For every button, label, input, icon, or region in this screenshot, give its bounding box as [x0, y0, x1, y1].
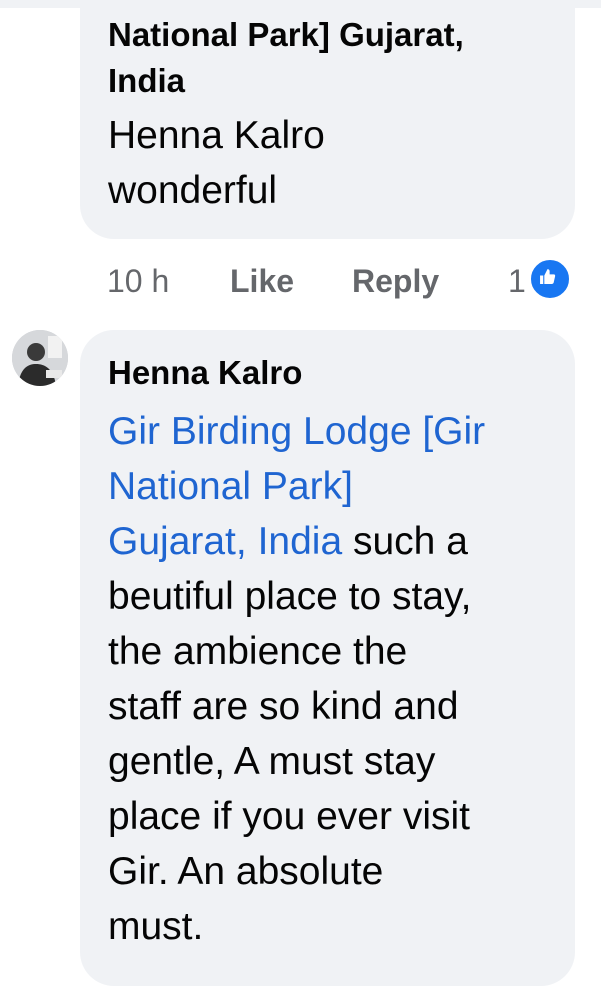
- comment-actions: 10 h Like Reply 1: [107, 256, 577, 306]
- comment-text-line-4: staff are so kind and: [108, 685, 459, 728]
- comment-mention-line-2[interactable]: National Park]: [108, 459, 547, 514]
- avatar-image: [12, 330, 68, 386]
- comment-text-line-8: must.: [108, 905, 204, 948]
- previous-comment-place-line-1: National Park] Gujarat,: [108, 16, 464, 53]
- thumbs-up-glyph: [539, 269, 555, 284]
- comment-text-line-5: gentle, A must stay: [108, 740, 436, 783]
- comment-line-3: Gujarat, India such a: [108, 514, 547, 569]
- comment-text-line-7: Gir. An absolute: [108, 850, 384, 893]
- comment-text-line-6: place if you ever visit: [108, 795, 470, 838]
- previous-comment-bubble: National Park] Gujarat, India Henna Kalr…: [80, 0, 575, 239]
- avatar[interactable]: [12, 330, 68, 386]
- comment-text-line-2: beutiful place to stay,: [108, 575, 472, 618]
- reaction-count[interactable]: 1: [508, 263, 526, 300]
- comment-timestamp[interactable]: 10 h: [107, 263, 230, 300]
- comment-text-line-1: such a: [342, 520, 468, 563]
- like-button[interactable]: Like: [230, 263, 352, 300]
- previous-comment-text: wonderful: [108, 169, 278, 212]
- thumbs-up-icon[interactable]: [527, 257, 572, 301]
- comment-mention-line-3[interactable]: Gujarat, India: [108, 520, 342, 563]
- comment-bubble: Henna Kalro Gir Birding Lodge [Gir Natio…: [80, 330, 575, 986]
- reply-button[interactable]: Reply: [352, 263, 502, 300]
- comment-mention-line-1[interactable]: Gir Birding Lodge [Gir: [108, 404, 547, 459]
- previous-comment-place-line-2: India: [108, 62, 186, 99]
- comment-text-line-3: the ambience the: [108, 630, 408, 673]
- comment-author[interactable]: Henna Kalro: [108, 350, 547, 396]
- comments-thread: National Park] Gujarat, India Henna Kalr…: [0, 0, 601, 995]
- previous-comment-mention[interactable]: Henna Kalro: [108, 108, 547, 163]
- comment-body: Gir Birding Lodge [Gir National Park] Gu…: [108, 404, 547, 954]
